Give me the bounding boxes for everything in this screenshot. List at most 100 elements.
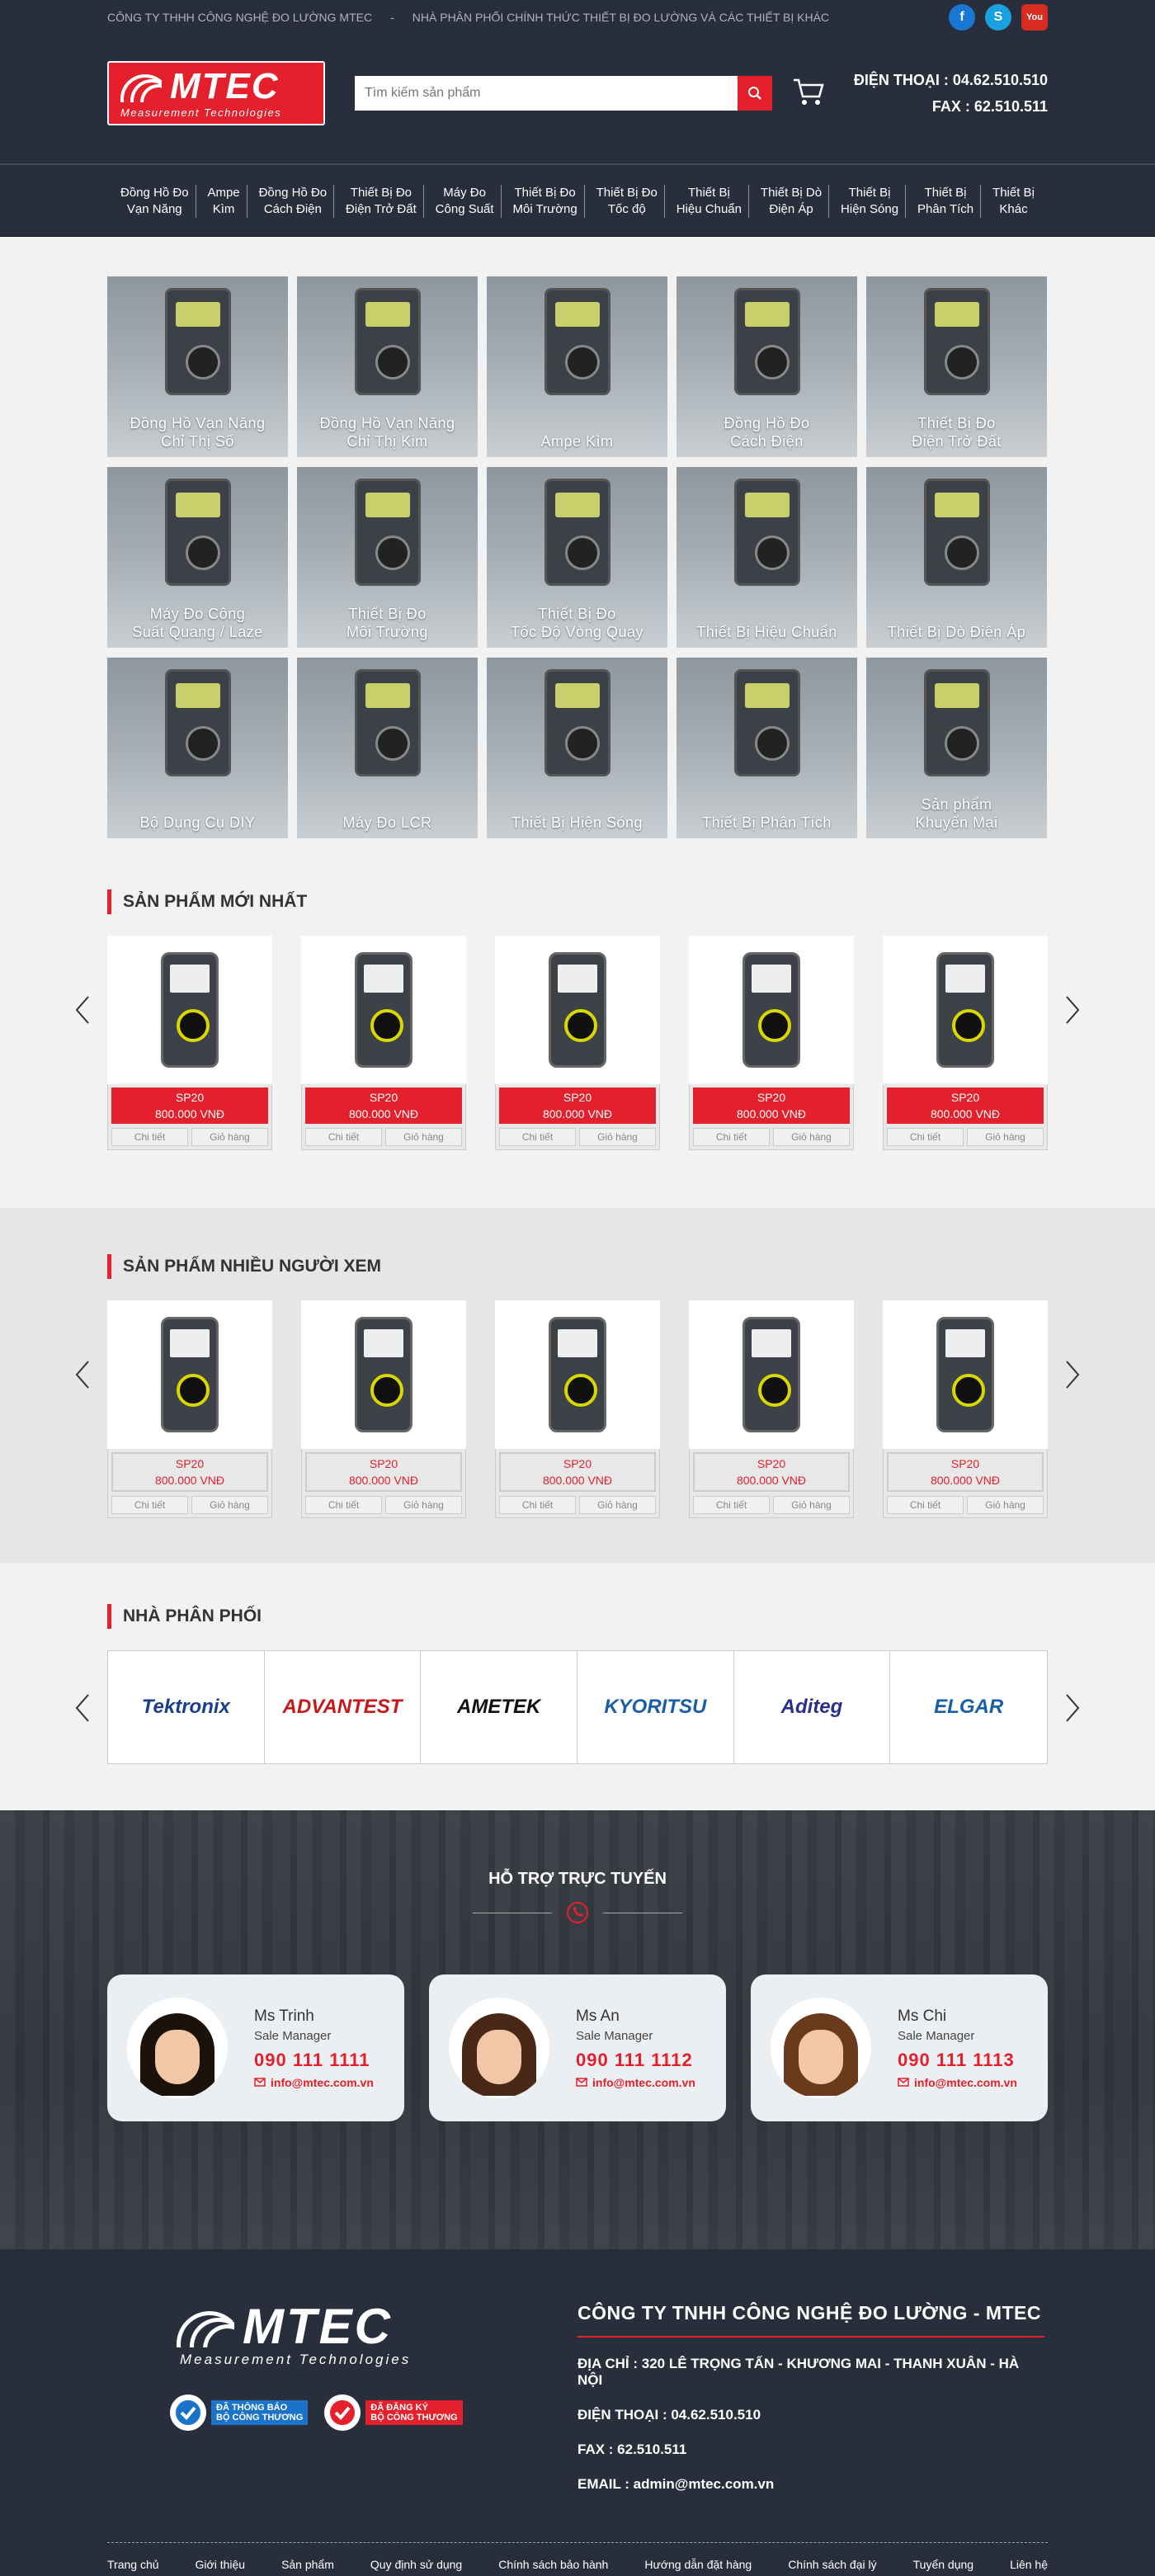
detail-button[interactable]: Chi tiết xyxy=(693,1128,770,1146)
partner-logo[interactable]: ELGAR xyxy=(890,1651,1047,1763)
product-card[interactable]: SP20 800.000 VNĐ Chi tiết Giỏ hàng xyxy=(301,1300,466,1518)
detail-button[interactable]: Chi tiết xyxy=(111,1496,188,1514)
footer-link[interactable]: Liên hệ xyxy=(1010,2558,1048,2571)
partner-logo[interactable]: AMETEK xyxy=(421,1651,578,1763)
add-to-cart-button[interactable]: Giỏ hàng xyxy=(773,1128,850,1146)
next-arrow-icon[interactable] xyxy=(1064,1358,1081,1391)
category-tile[interactable]: Thiết Bị Đo Tốc Độ Vòng Quay xyxy=(487,467,667,648)
add-to-cart-button[interactable]: Giỏ hàng xyxy=(191,1128,268,1146)
category-tile[interactable]: Thiết Bị Dò Điện Áp xyxy=(866,467,1047,648)
nav-item[interactable]: Máy Đo Công Suất xyxy=(429,184,502,218)
agent-email-row[interactable]: info@mtec.com.vn xyxy=(898,2076,1017,2089)
product-card[interactable]: SP20 800.000 VNĐ Chi tiết Giỏ hàng xyxy=(883,936,1048,1150)
registered-badge-blue[interactable]: ĐÃ THÔNG BÁO BỘ CÔNG THƯƠNG xyxy=(170,2394,309,2431)
add-to-cart-button[interactable]: Giỏ hàng xyxy=(967,1496,1044,1514)
next-arrow-icon[interactable] xyxy=(1064,993,1081,1026)
footer-logo[interactable]: MTEC Measurement Technologies xyxy=(177,2302,578,2368)
nav-item[interactable]: Thiết Bị Hiệu Chuẩn xyxy=(670,184,749,218)
detail-button[interactable]: Chi tiết xyxy=(887,1128,964,1146)
category-tile[interactable]: Máy Đo LCR xyxy=(297,658,478,838)
nav-item[interactable]: Thiết Bị Đo Tốc độ xyxy=(590,184,665,218)
add-to-cart-button[interactable]: Giỏ hàng xyxy=(191,1496,268,1514)
category-tile[interactable]: Đồng Hồ Vạn Năng Chỉ Thị Kim xyxy=(297,276,478,457)
agent-email-row[interactable]: info@mtec.com.vn xyxy=(576,2076,695,2089)
product-image[interactable] xyxy=(495,936,660,1084)
cart-icon[interactable] xyxy=(792,77,825,111)
nav-item[interactable]: Thiết Bị Phân Tích xyxy=(911,184,982,218)
agent-phone[interactable]: 090 111 1111 xyxy=(254,2050,374,2071)
search-button[interactable] xyxy=(738,76,772,111)
add-to-cart-button[interactable]: Giỏ hàng xyxy=(579,1128,656,1146)
product-image[interactable] xyxy=(689,936,854,1084)
partner-logo[interactable]: ADVANTEST xyxy=(265,1651,422,1763)
product-image[interactable] xyxy=(883,936,1048,1084)
add-to-cart-button[interactable]: Giỏ hàng xyxy=(579,1496,656,1514)
prev-arrow-icon[interactable] xyxy=(74,993,91,1026)
category-tile[interactable]: Thiết Bị Hiệu Chuẩn xyxy=(676,467,857,648)
product-card[interactable]: SP20 800.000 VNĐ Chi tiết Giỏ hàng xyxy=(883,1300,1048,1518)
product-image[interactable] xyxy=(883,1300,1048,1449)
category-tile[interactable]: Đồng Hồ Đo Cách Điện xyxy=(676,276,857,457)
product-image[interactable] xyxy=(495,1300,660,1449)
footer-link[interactable]: Giới thiệu xyxy=(196,2558,246,2571)
footer-link[interactable]: Sản phẩm xyxy=(281,2558,334,2571)
footer-link[interactable]: Chính sách bảo hành xyxy=(498,2558,608,2571)
category-tile[interactable]: Thiết Bị Phân Tích xyxy=(676,658,857,838)
agent-phone[interactable]: 090 111 1112 xyxy=(576,2050,695,2071)
footer-link[interactable]: Chính sách đại lý xyxy=(788,2558,876,2571)
prev-arrow-icon[interactable] xyxy=(74,1691,91,1724)
skype-icon[interactable]: S xyxy=(985,4,1011,31)
footer-link[interactable]: Trang chủ xyxy=(107,2558,159,2571)
partner-logo[interactable]: KYORITSU xyxy=(578,1651,734,1763)
category-tile[interactable]: Đồng Hồ Vạn Năng Chỉ Thị Số xyxy=(107,276,288,457)
add-to-cart-button[interactable]: Giỏ hàng xyxy=(385,1496,462,1514)
nav-item[interactable]: Thiết Bị Khác xyxy=(986,185,1041,218)
category-tile[interactable]: Sản phẩm Khuyến Mại xyxy=(866,658,1047,838)
category-tile[interactable]: Bộ Dụng Cụ DIY xyxy=(107,658,288,838)
product-image[interactable] xyxy=(107,936,272,1084)
nav-item[interactable]: Thiết Bị Đo Điện Trở Đất xyxy=(339,184,424,218)
prev-arrow-icon[interactable] xyxy=(74,1358,91,1391)
partner-logo[interactable]: Tektronix xyxy=(108,1651,265,1763)
product-card[interactable]: SP20 800.000 VNĐ Chi tiết Giỏ hàng xyxy=(495,936,660,1150)
product-image[interactable] xyxy=(107,1300,272,1449)
youtube-icon[interactable]: You xyxy=(1021,4,1048,31)
category-tile[interactable]: Thiết Bị Đo Điện Trở Đất xyxy=(866,276,1047,457)
detail-button[interactable]: Chi tiết xyxy=(305,1496,382,1514)
nav-item[interactable]: Đồng Hồ Đo Vạn Năng xyxy=(114,184,196,218)
nav-item[interactable]: Thiết Bị Hiện Sóng xyxy=(834,184,907,218)
add-to-cart-button[interactable]: Giỏ hàng xyxy=(773,1496,850,1514)
agent-email-row[interactable]: info@mtec.com.vn xyxy=(254,2076,374,2089)
category-tile[interactable]: Thiết Bị Đo Môi Trường xyxy=(297,467,478,648)
detail-button[interactable]: Chi tiết xyxy=(693,1496,770,1514)
partner-logo[interactable]: Aditeg xyxy=(734,1651,891,1763)
product-image[interactable] xyxy=(301,1300,466,1449)
footer-link[interactable]: Tuyển dụng xyxy=(913,2558,974,2571)
nav-item[interactable]: Đồng Hồ Đo Cách Điện xyxy=(252,184,335,218)
category-tile[interactable]: Ampe Kìm xyxy=(487,276,667,457)
logo[interactable]: MTEC Measurement Technologies xyxy=(107,61,325,125)
detail-button[interactable]: Chi tiết xyxy=(499,1128,576,1146)
product-card[interactable]: SP20 800.000 VNĐ Chi tiết Giỏ hàng xyxy=(107,1300,272,1518)
product-card[interactable]: SP20 800.000 VNĐ Chi tiết Giỏ hàng xyxy=(495,1300,660,1518)
product-card[interactable]: SP20 800.000 VNĐ Chi tiết Giỏ hàng xyxy=(107,936,272,1150)
registered-badge-red[interactable]: ĐÃ ĐĂNG KÝ BỘ CÔNG THƯƠNG xyxy=(324,2394,463,2431)
product-card[interactable]: SP20 800.000 VNĐ Chi tiết Giỏ hàng xyxy=(689,936,854,1150)
detail-button[interactable]: Chi tiết xyxy=(887,1496,964,1514)
add-to-cart-button[interactable]: Giỏ hàng xyxy=(385,1128,462,1146)
add-to-cart-button[interactable]: Giỏ hàng xyxy=(967,1128,1044,1146)
nav-item[interactable]: Thiết Bị Đo Môi Trường xyxy=(506,184,585,218)
agent-phone[interactable]: 090 111 1113 xyxy=(898,2050,1017,2071)
search-input[interactable] xyxy=(355,76,738,111)
detail-button[interactable]: Chi tiết xyxy=(111,1128,188,1146)
category-tile[interactable]: Thiết Bị Hiện Sóng xyxy=(487,658,667,838)
detail-button[interactable]: Chi tiết xyxy=(305,1128,382,1146)
nav-item[interactable]: Ampe Kìm xyxy=(200,184,248,218)
footer-link[interactable]: Hướng dẫn đặt hàng xyxy=(644,2558,752,2571)
product-card[interactable]: SP20 800.000 VNĐ Chi tiết Giỏ hàng xyxy=(689,1300,854,1518)
product-image[interactable] xyxy=(301,936,466,1084)
detail-button[interactable]: Chi tiết xyxy=(499,1496,576,1514)
next-arrow-icon[interactable] xyxy=(1064,1691,1081,1724)
nav-item[interactable]: Thiết Bị Dò Điện Áp xyxy=(754,184,830,218)
product-card[interactable]: SP20 800.000 VNĐ Chi tiết Giỏ hàng xyxy=(301,936,466,1150)
